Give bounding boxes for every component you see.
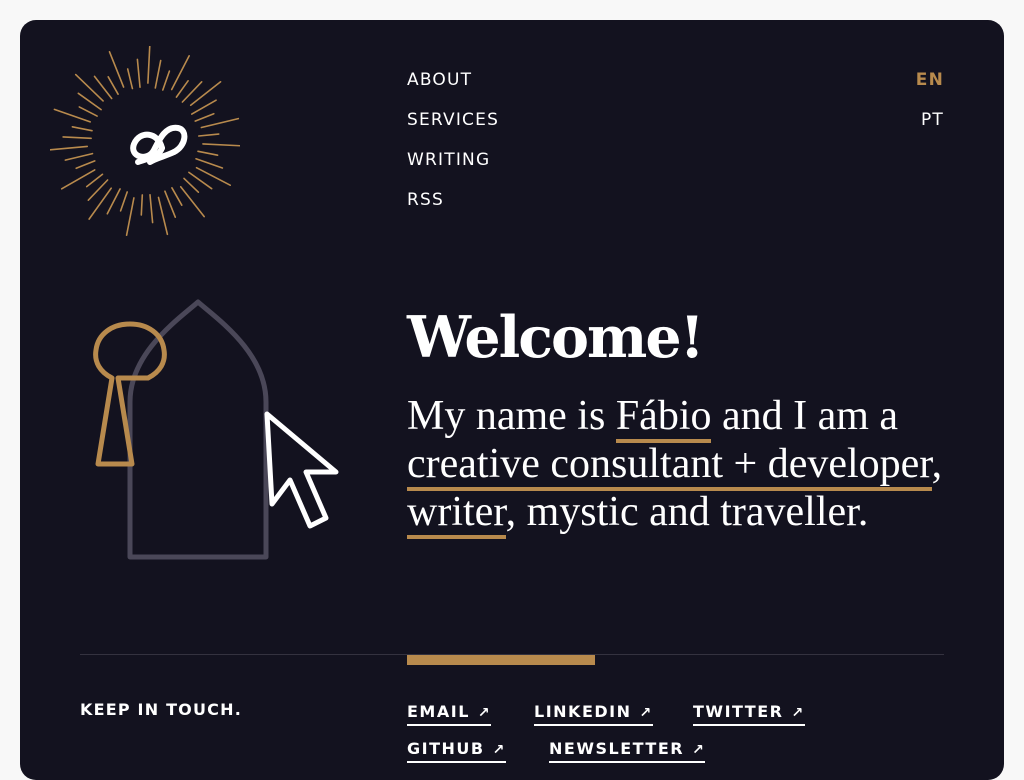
- sunburst-ray: [162, 70, 171, 91]
- linkedin-link[interactable]: LINKEDIN ↗: [534, 702, 653, 726]
- sunburst-ray: [126, 68, 134, 90]
- intro-separator-text: ,: [931, 441, 943, 487]
- twitter-link[interactable]: TWITTER ↗: [693, 702, 805, 726]
- intro-mid-text: and I am a: [711, 393, 899, 439]
- arrow-up-right-icon: ↗: [477, 705, 492, 721]
- sunburst-ray: [164, 190, 177, 218]
- language-switcher: EN PT: [916, 68, 944, 148]
- sunburst-ray: [202, 143, 242, 147]
- site-logo[interactable]: [48, 44, 242, 236]
- nav-item-writing[interactable]: WRITING: [407, 148, 490, 172]
- sunburst-ray: [175, 79, 189, 98]
- intro-paragraph: My name is Fábio and I am a creative con…: [407, 392, 967, 539]
- sunburst-ray: [119, 191, 128, 212]
- sunburst-ray: [198, 133, 220, 137]
- name-link[interactable]: Fábio: [615, 393, 712, 443]
- keyhole-illustration: [80, 292, 360, 562]
- page-title: Welcome!: [407, 304, 705, 371]
- writer-link[interactable]: writer: [407, 489, 506, 539]
- sunburst-ray: [200, 117, 240, 129]
- sunburst-ray: [78, 106, 98, 117]
- twitter-link-label: TWITTER: [693, 702, 784, 721]
- keyhole-cursor-icon: [93, 299, 339, 560]
- logo-sunburst-icon: [48, 44, 242, 236]
- keep-in-touch-heading: KEEP IN TOUCH.: [80, 700, 242, 719]
- intro-suffix-text: , mystic and traveller.: [505, 489, 869, 535]
- sunburst-ray: [149, 194, 154, 224]
- arrow-up-right-icon: ↗: [639, 705, 653, 721]
- sunburst-ray: [170, 55, 190, 91]
- linkedin-link-label: LINKEDIN: [534, 702, 632, 721]
- sunburst-ray: [75, 160, 96, 170]
- email-link[interactable]: EMAIL ↗: [407, 702, 492, 726]
- sunburst-ray: [197, 150, 219, 156]
- sunburst-ray: [74, 73, 104, 102]
- sunburst-ray: [147, 44, 151, 84]
- sunburst-ray: [106, 188, 121, 215]
- sunburst-ray: [62, 136, 92, 140]
- sunburst-ray: [154, 59, 162, 89]
- sunburst-ray: [60, 169, 96, 190]
- sunburst-ray: [194, 112, 215, 122]
- sunburst-ray: [195, 158, 224, 169]
- nav-item-services[interactable]: SERVICES: [407, 108, 499, 132]
- lang-pt-link[interactable]: PT: [921, 110, 944, 130]
- main-nav: ABOUT SERVICES WRITING RSS: [407, 68, 499, 228]
- lang-en-link[interactable]: EN: [916, 70, 944, 90]
- github-link[interactable]: GITHUB ↗: [407, 739, 506, 763]
- sunburst-ray: [179, 185, 205, 218]
- nav-item-about[interactable]: ABOUT: [407, 68, 472, 92]
- arrow-up-right-icon: ↗: [692, 742, 706, 758]
- sunburst-ray: [171, 187, 183, 206]
- sunburst-ray: [48, 145, 89, 151]
- sunburst-ray: [107, 75, 119, 96]
- arrow-up-right-icon: ↗: [492, 742, 506, 758]
- sunburst-ray: [183, 177, 200, 193]
- sunburst-ray: [85, 173, 104, 188]
- sunburst-ray: [140, 194, 144, 216]
- github-link-label: GITHUB: [407, 739, 485, 758]
- sunburst-ray: [125, 197, 135, 236]
- nav-item-rss[interactable]: RSS: [407, 188, 444, 212]
- accent-bar: [407, 655, 595, 665]
- intro-prefix-text: My name is: [407, 393, 616, 439]
- sunburst-ray: [195, 166, 231, 186]
- sunburst-ray: [136, 58, 141, 89]
- sunburst-ray: [64, 152, 94, 161]
- sunburst-ray: [189, 80, 222, 107]
- arrow-up-right-icon: ↗: [791, 705, 805, 721]
- newsletter-link[interactable]: NEWSLETTER ↗: [549, 739, 706, 763]
- sunburst-ray: [157, 196, 169, 236]
- sunburst-ray: [53, 108, 92, 123]
- email-link-label: EMAIL: [407, 702, 470, 721]
- sunburst-ray: [88, 187, 113, 220]
- newsletter-link-label: NEWSLETTER: [549, 739, 685, 758]
- sunburst-ray: [71, 126, 93, 132]
- page-card: ABOUT SERVICES WRITING RSS EN PT Welcome…: [20, 20, 1004, 780]
- consultant-link[interactable]: creative consultant + developer: [407, 441, 932, 491]
